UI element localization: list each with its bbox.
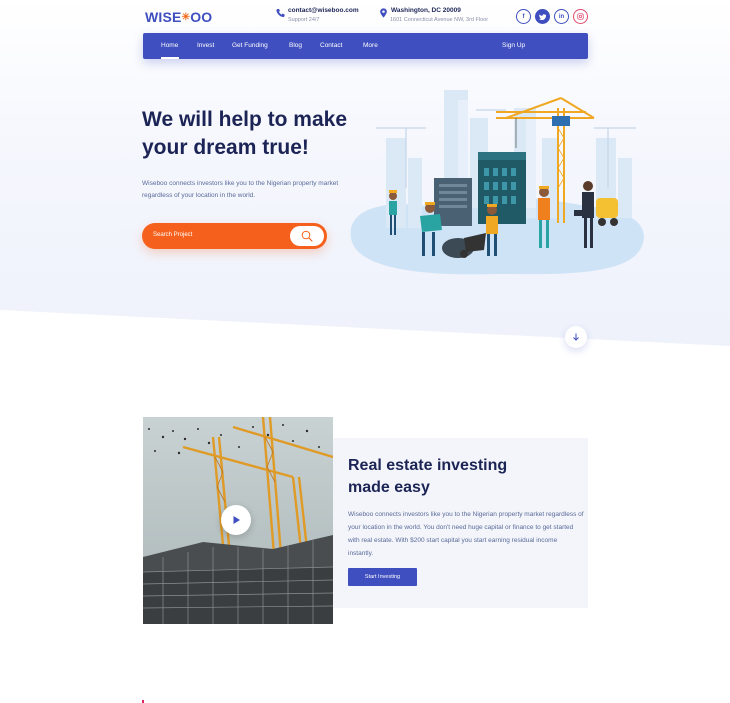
linkedin-icon[interactable]: in (554, 9, 569, 24)
construction-illustration (346, 88, 646, 278)
construction-photo (143, 417, 333, 624)
instagram-icon[interactable] (573, 9, 588, 24)
feature-card: Real estate investing made easy Wiseboo … (333, 438, 588, 608)
search-icon (301, 230, 313, 242)
play-video-button[interactable] (221, 505, 251, 535)
arrow-down-icon (573, 333, 579, 341)
feature-title: Real estate investing made easy (348, 457, 508, 496)
feature-text: Wiseboo connects investors like you to t… (348, 511, 584, 557)
top-bar: WISE✳OO contact@wiseboo.com Support 24/7… (143, 6, 589, 28)
logo[interactable]: WISE✳OO (145, 9, 212, 25)
play-icon (233, 516, 240, 524)
search-button[interactable] (290, 226, 324, 246)
nav-get-funding[interactable]: Get Funding (232, 42, 268, 49)
search-bar[interactable]: Search Project (142, 223, 327, 249)
phone-icon (276, 8, 285, 18)
nav-active-indicator (161, 57, 179, 59)
twitter-icon[interactable] (535, 9, 550, 24)
nav-contact[interactable]: Contact (320, 42, 342, 49)
sign-up-button[interactable]: Sign Up (502, 42, 525, 49)
search-input[interactable]: Search Project (153, 232, 192, 238)
nav-invest[interactable]: Invest (197, 42, 214, 49)
main-navigation: Home Invest Get Funding Blog Contact Mor… (143, 33, 588, 59)
address-street: 1601 Connecticut Avenue NW, 3rd Floor (390, 17, 489, 23)
scroll-down-button[interactable] (565, 326, 587, 348)
location-pin-icon (380, 8, 387, 18)
social-links: f in (516, 9, 588, 24)
contact-email[interactable]: contact@wiseboo.com (288, 7, 359, 14)
nav-home[interactable]: Home (161, 42, 178, 49)
nav-more[interactable]: More (363, 42, 378, 49)
hero-description: Wiseboo connects investors like you to t… (142, 180, 339, 199)
start-investing-button[interactable]: Start Investing (348, 568, 417, 586)
contact-support: Support 24/7 (288, 17, 320, 23)
address-city: Washington, DC 20009 (391, 7, 461, 14)
facebook-icon[interactable]: f (516, 9, 531, 24)
nav-blog[interactable]: Blog (289, 42, 302, 49)
